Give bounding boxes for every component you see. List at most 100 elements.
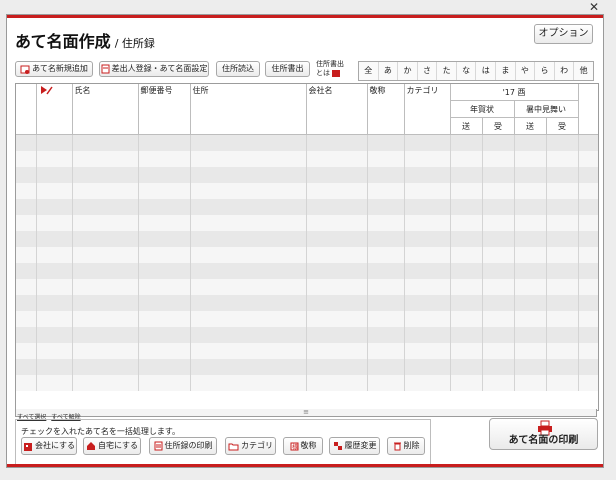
table-cell[interactable] [36, 263, 73, 279]
table-cell[interactable] [578, 263, 598, 279]
table-cell[interactable] [306, 151, 368, 167]
table-cell[interactable] [546, 134, 579, 151]
table-cell[interactable] [306, 343, 368, 359]
table-cell[interactable] [578, 231, 598, 247]
table-cell[interactable] [546, 263, 579, 279]
table-cell[interactable] [138, 151, 191, 167]
table-cell[interactable] [138, 263, 191, 279]
table-cell[interactable] [546, 359, 579, 375]
table-cell[interactable] [72, 167, 139, 183]
table-cell[interactable] [306, 375, 368, 391]
table-cell[interactable] [546, 167, 579, 183]
table-cell[interactable] [546, 183, 579, 199]
export-help-link[interactable]: 住所書出とは [316, 60, 348, 78]
table-cell[interactable] [138, 231, 191, 247]
table-cell[interactable] [16, 359, 37, 375]
table-cell[interactable] [306, 215, 368, 231]
table-cell[interactable] [450, 311, 483, 327]
kana-tab[interactable]: な [457, 62, 477, 80]
table-cell[interactable] [72, 215, 139, 231]
table-row[interactable] [16, 134, 598, 151]
table-cell[interactable] [367, 247, 405, 263]
table-cell[interactable] [404, 151, 451, 167]
table-cell[interactable] [514, 183, 547, 199]
table-cell[interactable] [450, 134, 483, 151]
table-cell[interactable] [190, 231, 307, 247]
table-cell[interactable] [190, 199, 307, 215]
table-cell[interactable] [16, 183, 37, 199]
table-cell[interactable] [367, 375, 405, 391]
table-cell[interactable] [138, 167, 191, 183]
table-cell[interactable] [72, 311, 139, 327]
table-cell[interactable] [367, 134, 405, 151]
horizontal-scrollbar[interactable]: ≡ [15, 409, 597, 417]
table-cell[interactable] [138, 311, 191, 327]
kana-tab[interactable]: は [476, 62, 497, 80]
table-cell[interactable] [16, 247, 37, 263]
address-column-header[interactable]: 住所 [190, 84, 307, 135]
table-cell[interactable] [190, 343, 307, 359]
kana-tab[interactable]: わ [555, 62, 575, 80]
table-cell[interactable] [72, 231, 139, 247]
table-cell[interactable] [72, 263, 139, 279]
table-cell[interactable] [404, 215, 451, 231]
table-cell[interactable] [190, 151, 307, 167]
table-cell[interactable] [482, 343, 515, 359]
table-row[interactable] [16, 151, 598, 167]
table-row[interactable] [16, 263, 598, 279]
table-cell[interactable] [546, 311, 579, 327]
print-address-side-button[interactable]: あて名面の印刷 [489, 418, 598, 450]
table-cell[interactable] [190, 215, 307, 231]
table-row[interactable] [16, 199, 598, 215]
table-cell[interactable] [404, 359, 451, 375]
table-cell[interactable] [306, 279, 368, 295]
table-cell[interactable] [482, 134, 515, 151]
table-cell[interactable] [190, 263, 307, 279]
table-cell[interactable] [306, 167, 368, 183]
table-cell[interactable] [514, 134, 547, 151]
table-cell[interactable] [16, 375, 37, 391]
table-cell[interactable] [514, 279, 547, 295]
table-cell[interactable] [306, 327, 368, 343]
table-row[interactable] [16, 343, 598, 359]
table-cell[interactable] [404, 343, 451, 359]
honorific-button[interactable]: 様 敬称 [283, 437, 323, 455]
table-cell[interactable] [138, 343, 191, 359]
table-cell[interactable] [450, 151, 483, 167]
table-cell[interactable] [72, 359, 139, 375]
table-cell[interactable] [404, 263, 451, 279]
export-address-button[interactable]: 住所書出 [265, 61, 310, 77]
table-cell[interactable] [190, 167, 307, 183]
table-cell[interactable] [306, 183, 368, 199]
kana-tab[interactable]: 他 [574, 62, 593, 80]
table-cell[interactable] [72, 247, 139, 263]
table-cell[interactable] [72, 279, 139, 295]
table-cell[interactable] [36, 343, 73, 359]
window-close-button[interactable]: ✕ [576, 0, 612, 14]
table-cell[interactable] [367, 311, 405, 327]
table-cell[interactable] [72, 327, 139, 343]
table-cell[interactable] [514, 359, 547, 375]
table-cell[interactable] [16, 167, 37, 183]
table-cell[interactable] [138, 327, 191, 343]
table-cell[interactable] [367, 215, 405, 231]
table-row[interactable] [16, 327, 598, 343]
table-cell[interactable] [190, 295, 307, 311]
table-cell[interactable] [578, 183, 598, 199]
table-cell[interactable] [482, 279, 515, 295]
table-cell[interactable] [138, 375, 191, 391]
table-cell[interactable] [306, 311, 368, 327]
table-cell[interactable] [190, 279, 307, 295]
table-cell[interactable] [36, 167, 73, 183]
category-column-header[interactable]: カテゴリ [404, 84, 451, 135]
table-cell[interactable] [16, 343, 37, 359]
table-cell[interactable] [450, 263, 483, 279]
table-cell[interactable] [450, 199, 483, 215]
table-cell[interactable] [16, 327, 37, 343]
table-cell[interactable] [367, 343, 405, 359]
table-cell[interactable] [367, 263, 405, 279]
table-cell[interactable] [514, 247, 547, 263]
table-row[interactable] [16, 295, 598, 311]
table-cell[interactable] [482, 247, 515, 263]
table-cell[interactable] [404, 134, 451, 151]
